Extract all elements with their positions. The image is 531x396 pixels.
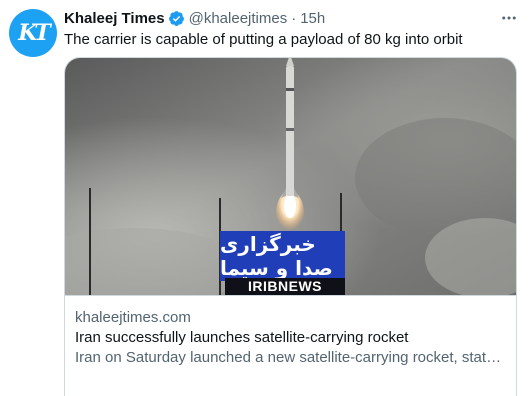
author-handle[interactable]: @khaleejtimes — [189, 10, 288, 27]
tweet-text: The carrier is capable of putting a payl… — [64, 31, 463, 48]
iribnews-watermark: خبرگزاری صدا و سیما — [220, 231, 345, 281]
link-card[interactable]: خبرگزاری صدا و سیما IRIBNEWS khaleejtime… — [64, 57, 517, 396]
khaleej-times-logo-icon: KT — [18, 20, 50, 46]
avatar[interactable]: KT — [9, 9, 57, 57]
separator-dot: · — [291, 9, 297, 27]
tweet-timestamp[interactable]: 15h — [300, 10, 325, 27]
more-options-icon[interactable] — [499, 8, 519, 28]
author-name[interactable]: Khaleej Times — [64, 10, 165, 27]
tweet[interactable]: KT Khaleej Times @khaleejtimes · 15h The… — [0, 0, 531, 396]
card-image[interactable]: خبرگزاری صدا و سیما IRIBNEWS — [65, 58, 516, 295]
card-title: Iran successfully launches satellite-car… — [75, 329, 409, 346]
verified-badge-icon — [168, 10, 185, 27]
watermark-english: IRIBNEWS — [225, 278, 345, 295]
watermark-farsi: خبرگزاری صدا و سیما — [220, 231, 345, 281]
card-domain: khaleejtimes.com — [75, 309, 191, 326]
card-description: Iran on Saturday launched a new satellit… — [75, 349, 506, 366]
tweet-header: Khaleej Times @khaleejtimes · 15h — [64, 8, 325, 28]
card-body[interactable]: khaleejtimes.com Iran successfully launc… — [65, 295, 516, 396]
